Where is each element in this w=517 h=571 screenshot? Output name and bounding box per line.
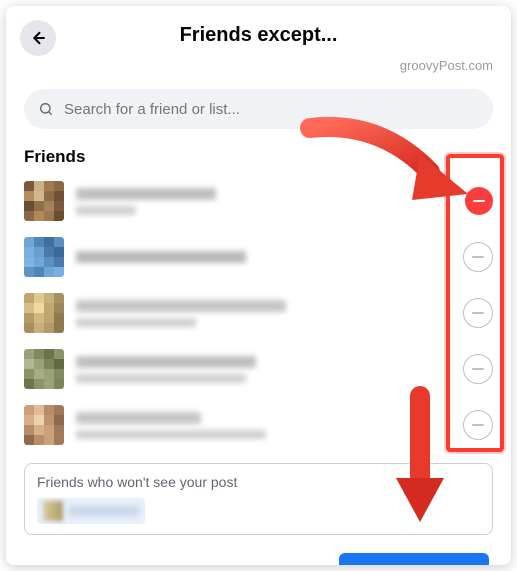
save-button[interactable]: Save Changes — [339, 553, 489, 565]
dialog: Friends except... groovyPost.com Friends… — [6, 6, 511, 565]
friend-subtitle — [76, 318, 196, 327]
friend-avatar — [24, 293, 64, 333]
dialog-body: Friends Friends who won't see your post … — [6, 89, 511, 565]
friend-name — [76, 300, 286, 312]
friend-name — [76, 412, 201, 424]
friend-name — [76, 356, 256, 368]
friend-name — [76, 251, 246, 263]
friend-info — [76, 356, 463, 383]
search-input-wrap[interactable] — [24, 89, 493, 129]
friends-list — [24, 173, 493, 453]
friend-row — [24, 173, 493, 229]
search-icon — [38, 101, 54, 117]
friend-avatar — [24, 349, 64, 389]
friend-row — [24, 341, 493, 397]
section-heading-friends: Friends — [24, 147, 493, 167]
exclude-toggle[interactable] — [463, 242, 493, 272]
friend-subtitle — [76, 374, 246, 383]
exclude-toggle[interactable] — [465, 187, 493, 215]
dialog-footer: Cancel Save Changes — [24, 553, 489, 565]
dialog-header: Friends except... — [6, 6, 511, 63]
minus-icon — [472, 256, 484, 258]
friend-info — [76, 412, 463, 439]
friend-row — [24, 229, 493, 285]
minus-icon — [472, 424, 484, 426]
excluded-box-title: Friends who won't see your post — [37, 474, 480, 490]
screenshot-stage: Friends except... groovyPost.com Friends… — [0, 0, 517, 571]
minus-icon — [472, 312, 484, 314]
excluded-chip-avatar — [43, 501, 63, 521]
watermark-text: groovyPost.com — [400, 58, 493, 73]
friend-avatar — [24, 181, 64, 221]
friend-avatar — [24, 237, 64, 277]
excluded-box: Friends who won't see your post — [24, 463, 493, 535]
friend-info — [76, 188, 465, 215]
search-input[interactable] — [62, 100, 479, 119]
friend-avatar — [24, 405, 64, 445]
minus-icon — [472, 368, 484, 370]
friend-subtitle — [76, 206, 136, 215]
minus-icon — [473, 200, 485, 202]
excluded-chip[interactable] — [37, 498, 145, 524]
friend-info — [76, 300, 463, 327]
friend-subtitle — [76, 430, 266, 439]
friend-row — [24, 285, 493, 341]
dialog-title: Friends except... — [6, 24, 511, 47]
friend-name — [76, 188, 216, 200]
exclude-toggle[interactable] — [463, 298, 493, 328]
friend-info — [76, 251, 463, 263]
exclude-toggle[interactable] — [463, 410, 493, 440]
friend-row — [24, 397, 493, 453]
exclude-toggle[interactable] — [463, 354, 493, 384]
cancel-button[interactable]: Cancel — [242, 553, 331, 565]
excluded-chip-name — [69, 506, 139, 516]
